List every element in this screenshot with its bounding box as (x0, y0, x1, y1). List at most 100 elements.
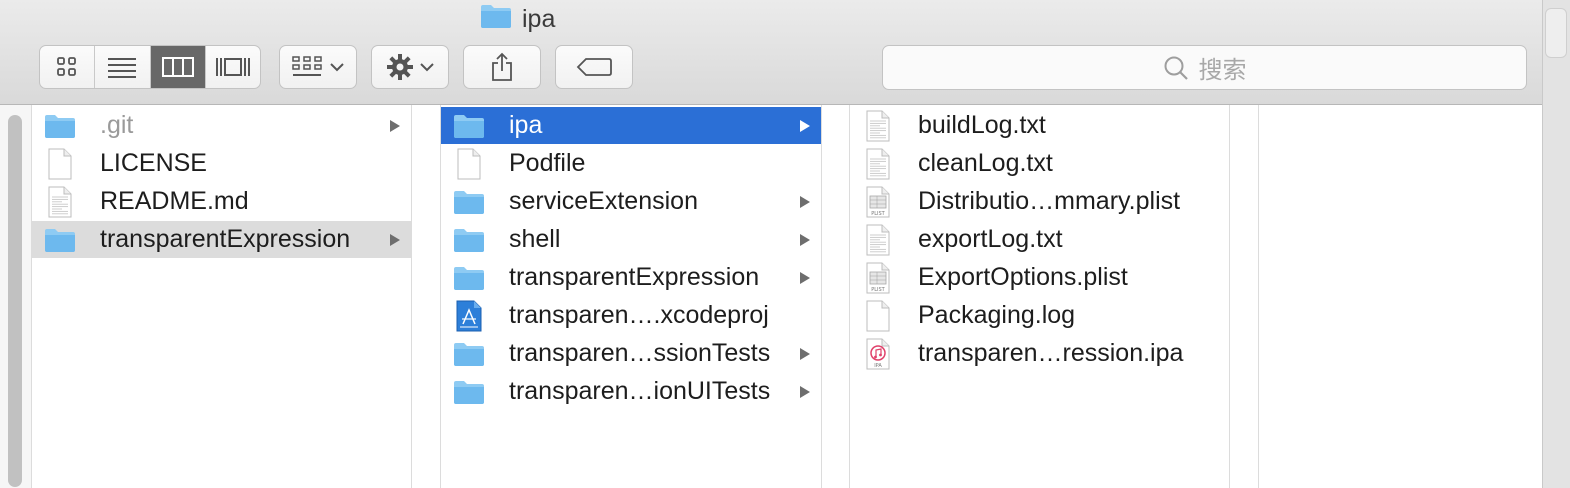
background-window (1543, 0, 1570, 488)
disclosure-arrow (795, 195, 815, 209)
file-row[interactable]: transparen….xcodeproj (441, 297, 821, 334)
column-gap (1230, 105, 1259, 488)
plist-file-icon: PLIST (862, 186, 894, 218)
file-row[interactable]: exportLog.txt (850, 221, 1229, 258)
disclosure-arrow (385, 119, 405, 133)
item-name: .git (100, 111, 134, 139)
tag-button[interactable] (555, 45, 633, 89)
disclosure-arrow-icon (800, 119, 810, 132)
item-name: LICENSE (100, 149, 207, 177)
disclosure-arrow (795, 233, 815, 247)
item-name: transparen…ression.ipa (918, 339, 1184, 367)
svg-text:IPA: IPA (874, 363, 882, 369)
column-3: buildLog.txt cleanLog.txt PLIST Distributio… (850, 105, 1230, 488)
view-mode-segmented-control[interactable] (39, 45, 261, 89)
search-field[interactable]: 搜索 (882, 45, 1527, 90)
folder-row[interactable]: transparentExpression (441, 259, 821, 296)
disclosure-arrow-icon (800, 195, 810, 208)
folder-row[interactable]: serviceExtension (441, 183, 821, 220)
gear-icon (387, 54, 413, 80)
file-row[interactable]: README.md (32, 183, 411, 220)
text-file-icon (862, 110, 894, 142)
folder-row[interactable]: .git (32, 107, 411, 144)
item-name: transparentExpression (509, 263, 760, 291)
document-icon (453, 148, 485, 180)
file-row[interactable]: Podfile (441, 145, 821, 182)
list-view-icon (108, 58, 137, 78)
folder-icon (44, 110, 76, 142)
file-row[interactable]: buildLog.txt (850, 107, 1229, 144)
chevron-down-icon (420, 63, 434, 72)
disclosure-arrow-icon (800, 233, 810, 246)
window-title-text: ipa (522, 4, 556, 33)
text-file-icon (862, 148, 894, 180)
disclosure-arrow (795, 385, 815, 399)
item-name: ExportOptions.plist (918, 263, 1128, 291)
svg-text:PLIST: PLIST (871, 211, 885, 217)
action-button[interactable] (371, 45, 449, 89)
column-view-button[interactable] (150, 46, 206, 88)
chevron-down-icon (330, 63, 344, 72)
folder-icon (44, 224, 76, 256)
column-browser: .git LICENSE README.md transparentExpressio… (0, 105, 1542, 488)
column-1: .git LICENSE README.md transparentExpressio… (32, 105, 412, 488)
item-name: shell (509, 225, 561, 253)
file-row[interactable]: LICENSE (32, 145, 411, 182)
folder-icon (453, 224, 485, 256)
left-scrollbar[interactable] (0, 105, 32, 488)
folder-row[interactable]: ipa (441, 107, 821, 144)
disclosure-arrow (795, 347, 815, 361)
item-name: serviceExtension (509, 187, 698, 215)
scrollbar-thumb[interactable] (8, 115, 22, 487)
tag-icon (576, 58, 612, 76)
disclosure-arrow-icon (390, 119, 400, 132)
folder-icon (453, 262, 485, 294)
file-row[interactable]: Packaging.log (850, 297, 1229, 334)
folder-icon (453, 110, 485, 142)
xcode-project-icon (453, 300, 485, 332)
folder-row[interactable]: transparentExpression (32, 221, 411, 258)
folder-icon (480, 3, 512, 36)
folder-icon (453, 376, 485, 408)
file-row[interactable]: PLIST ExportOptions.plist (850, 259, 1229, 296)
column-4-empty (1259, 105, 1542, 488)
disclosure-arrow-icon (800, 347, 810, 360)
search-icon (1164, 56, 1188, 80)
item-name: Packaging.log (918, 301, 1076, 329)
folder-row[interactable]: transparen…ionUITests (441, 373, 821, 410)
column-gap (822, 105, 850, 488)
document-icon (862, 300, 894, 332)
text-file-icon (44, 186, 76, 218)
share-button[interactable] (463, 45, 541, 89)
arrange-icon (292, 56, 322, 76)
arrange-button[interactable] (279, 45, 357, 89)
toolbar: ipa 搜索 (0, 0, 1542, 105)
disclosure-arrow (795, 271, 815, 285)
disclosure-arrow (385, 233, 405, 247)
folder-row[interactable]: transparen…ssionTests (441, 335, 821, 372)
disclosure-arrow-icon (800, 271, 810, 284)
item-name: transparen….xcodeproj (509, 301, 769, 329)
folder-row[interactable]: shell (441, 221, 821, 258)
background-window-edge (1545, 8, 1567, 58)
window-title: ipa (480, 3, 555, 35)
ipa-file-icon: IPA (862, 338, 894, 370)
item-name: Podfile (509, 149, 586, 177)
column-view-icon (161, 57, 194, 77)
item-name: ipa (509, 111, 543, 139)
cover-flow-button[interactable] (206, 46, 260, 88)
icon-view-button[interactable] (40, 46, 96, 88)
folder-icon (453, 338, 485, 370)
file-row[interactable]: cleanLog.txt (850, 145, 1229, 182)
item-name: transparentExpression (100, 225, 351, 253)
item-name: buildLog.txt (918, 111, 1046, 139)
item-name: README.md (100, 187, 249, 215)
file-row[interactable]: PLIST Distributio…mmary.plist (850, 183, 1229, 220)
item-name: transparen…ionUITests (509, 377, 771, 405)
item-name: exportLog.txt (918, 225, 1063, 253)
item-name: Distributio…mmary.plist (918, 187, 1181, 215)
file-row[interactable]: IPA transparen…ression.ipa (850, 335, 1229, 372)
plist-file-icon: PLIST (862, 262, 894, 294)
list-view-button[interactable] (95, 46, 151, 88)
search-placeholder: 搜索 (1198, 57, 1247, 84)
